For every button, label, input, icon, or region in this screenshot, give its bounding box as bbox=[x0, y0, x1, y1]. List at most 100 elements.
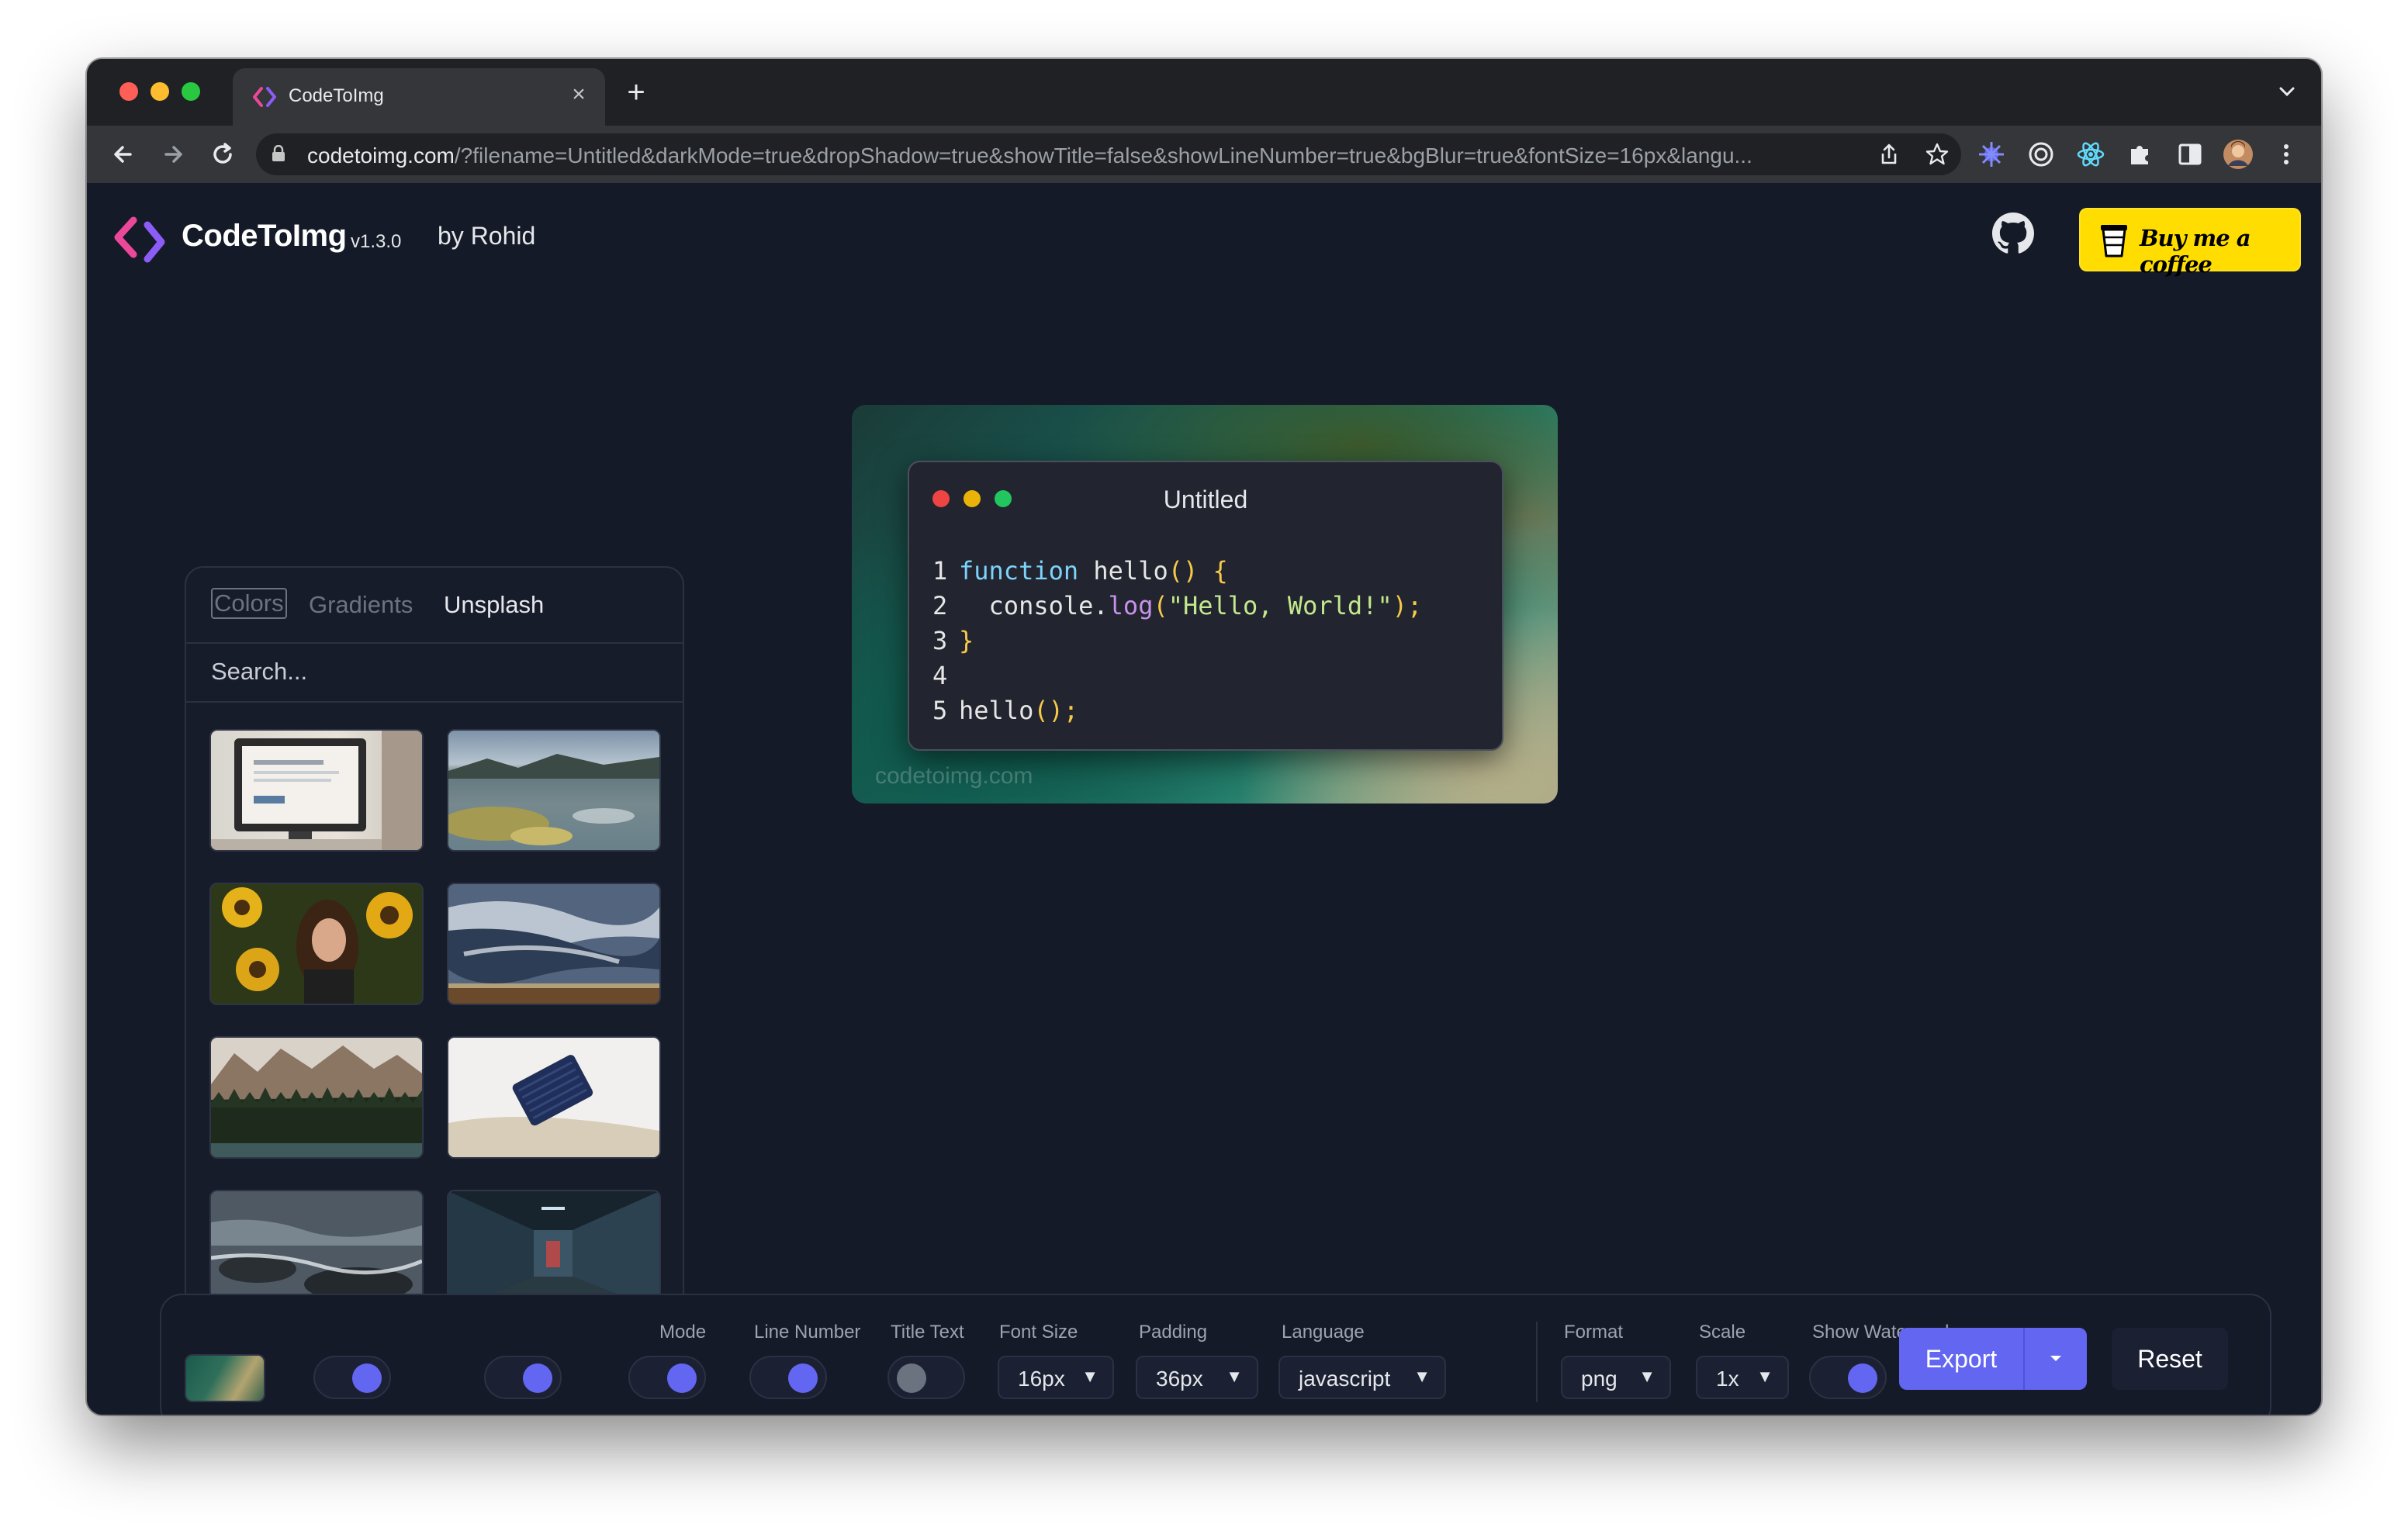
side-panel-icon[interactable] bbox=[2174, 138, 2206, 171]
padding-select[interactable]: 36px ▼ bbox=[1136, 1356, 1258, 1399]
font-size-value: 16px bbox=[1018, 1367, 1065, 1391]
thumbnail-sunflower-portrait[interactable] bbox=[209, 883, 424, 1005]
thumbnail-laptop-desk[interactable] bbox=[209, 729, 424, 852]
preview-watermark: codetoimg.com bbox=[875, 763, 1033, 789]
url-text[interactable]: codetoimg.com/?filename=Untitled&darkMod… bbox=[307, 143, 1867, 168]
export-dropdown-icon bbox=[2050, 1356, 2061, 1361]
line-number-knob bbox=[788, 1363, 818, 1393]
close-tab-icon[interactable]: × bbox=[565, 81, 593, 109]
thumbnail-blue-drive-sand[interactable] bbox=[447, 1036, 661, 1159]
padding-value: 36px bbox=[1156, 1367, 1203, 1391]
tab-unsplash[interactable]: Unsplash bbox=[444, 591, 544, 619]
toggle-1-knob bbox=[352, 1363, 382, 1393]
export-button[interactable]: Export bbox=[1899, 1328, 2023, 1390]
language-value: javascript bbox=[1299, 1367, 1391, 1391]
reset-button[interactable]: Reset bbox=[2112, 1328, 2228, 1390]
code-token: log bbox=[1108, 591, 1154, 620]
codetoimg-logo-icon[interactable] bbox=[110, 214, 169, 264]
scale-select[interactable]: 1x ▼ bbox=[1696, 1356, 1789, 1399]
browser-toolbar: codetoimg.com/?filename=Untitled&darkMod… bbox=[87, 126, 2321, 183]
forward-icon[interactable] bbox=[157, 138, 189, 171]
lock-icon[interactable] bbox=[272, 145, 285, 162]
laptop-desk-image bbox=[211, 731, 422, 850]
code-token: () bbox=[1168, 556, 1199, 586]
format-select[interactable]: png ▼ bbox=[1561, 1356, 1671, 1399]
extension-burst-icon[interactable] bbox=[1975, 138, 2008, 171]
sunflower-portrait-image bbox=[211, 884, 422, 1004]
app-version: v1.3.0 bbox=[351, 231, 402, 252]
thumbnail-mountain-forest[interactable] bbox=[209, 1036, 424, 1159]
code-window: Untitled 1 function hello() {2 console.lo… bbox=[908, 461, 1503, 751]
tab-search-chevron-icon[interactable] bbox=[2271, 76, 2302, 107]
coffee-cup-icon bbox=[2101, 225, 2127, 257]
line-number: 5 bbox=[932, 696, 948, 725]
bookmark-star-icon[interactable] bbox=[1924, 141, 1950, 168]
background-tabs: Colors Gradients Unsplash bbox=[186, 568, 683, 644]
settings-bar: Mode Line Number Title Text Font Size 16… bbox=[160, 1294, 2271, 1415]
browser-tab[interactable]: CodeToImg × bbox=[233, 68, 605, 126]
unsplash-search-input[interactable] bbox=[186, 642, 683, 703]
code-token: hello bbox=[959, 696, 1034, 725]
padding-label: Padding bbox=[1139, 1322, 1208, 1343]
code-line[interactable]: 1 function hello() { bbox=[932, 554, 1422, 589]
font-size-select[interactable]: 16px ▼ bbox=[998, 1356, 1114, 1399]
background-swatch[interactable] bbox=[185, 1354, 265, 1402]
react-devtools-icon[interactable] bbox=[2074, 138, 2107, 171]
code-token: (); bbox=[1033, 696, 1079, 725]
title-text-label: Title Text bbox=[891, 1322, 964, 1343]
line-number: 3 bbox=[932, 626, 948, 655]
browser-menu-icon[interactable] bbox=[2270, 138, 2302, 171]
tab-colors[interactable]: Colors bbox=[211, 588, 287, 619]
rocky-waves-image bbox=[211, 1191, 422, 1311]
author-byline[interactable]: by Rohid bbox=[438, 222, 535, 251]
buy-me-a-coffee-button[interactable]: Buy me a coffee bbox=[2079, 208, 2301, 278]
app-name[interactable]: CodeToImg bbox=[182, 219, 347, 254]
extension-target-icon[interactable] bbox=[2025, 138, 2057, 171]
export-options-button[interactable] bbox=[2023, 1328, 2087, 1390]
codetoimg-app: CodeToImg v1.3.0 by Rohid Buy me a coffe… bbox=[87, 183, 2321, 1415]
new-tab-icon[interactable]: + bbox=[618, 74, 655, 112]
tab-gradients[interactable]: Gradients bbox=[309, 591, 413, 619]
close-window-button[interactable] bbox=[119, 82, 138, 101]
code-token: "Hello, World!" bbox=[1168, 591, 1393, 620]
blue-drive-sand-image bbox=[448, 1038, 659, 1157]
font-size-caret-icon: ▼ bbox=[1081, 1367, 1098, 1386]
maximize-window-button[interactable] bbox=[182, 82, 200, 101]
back-icon[interactable] bbox=[107, 138, 140, 171]
reload-icon[interactable] bbox=[206, 138, 239, 171]
line-number: 2 bbox=[932, 591, 948, 620]
code-line[interactable]: 5 hello(); bbox=[932, 693, 1422, 728]
code-token: { bbox=[1198, 556, 1228, 586]
code-line[interactable]: 3} bbox=[932, 624, 1422, 658]
profile-avatar-icon[interactable] bbox=[2222, 138, 2254, 171]
toggle-2[interactable] bbox=[484, 1356, 562, 1399]
scale-caret-icon: ▼ bbox=[1756, 1367, 1773, 1386]
code-editor[interactable]: 1 function hello() {2 console.log("Hello,… bbox=[932, 554, 1422, 728]
dark-mode-knob bbox=[667, 1363, 697, 1393]
share-icon[interactable] bbox=[1876, 141, 1902, 168]
mountain-forest-image bbox=[211, 1038, 422, 1157]
thumbnail-rocky-coast[interactable] bbox=[447, 729, 661, 852]
extensions-puzzle-icon[interactable] bbox=[2124, 138, 2157, 171]
address-bar[interactable]: codetoimg.com/?filename=Untitled&darkMod… bbox=[256, 133, 1961, 175]
show-watermark-toggle[interactable] bbox=[1809, 1356, 1887, 1399]
code-line[interactable]: 4 bbox=[932, 658, 1422, 693]
padding-caret-icon: ▼ bbox=[1226, 1367, 1243, 1386]
title-text-toggle[interactable] bbox=[887, 1356, 965, 1399]
scale-value: 1x bbox=[1716, 1367, 1739, 1391]
thumbnail-storm-cloud[interactable] bbox=[447, 883, 661, 1005]
coffee-button-label: Buy me a coffee bbox=[2140, 225, 2251, 278]
toggle-1[interactable] bbox=[313, 1356, 391, 1399]
line-number: 1 bbox=[932, 556, 948, 586]
dark-corridor-image bbox=[448, 1191, 659, 1311]
dark-mode-toggle[interactable] bbox=[628, 1356, 706, 1399]
line-number-label: Line Number bbox=[754, 1322, 861, 1343]
code-line[interactable]: 2 console.log("Hello, World!"); bbox=[932, 589, 1422, 624]
code-window-title[interactable]: Untitled bbox=[909, 486, 1502, 514]
github-icon[interactable] bbox=[1992, 213, 2034, 254]
mode-label: Mode bbox=[659, 1322, 707, 1343]
language-select[interactable]: javascript ▼ bbox=[1278, 1356, 1446, 1399]
line-number-toggle[interactable] bbox=[749, 1356, 827, 1399]
line-number: 4 bbox=[932, 661, 948, 690]
minimize-window-button[interactable] bbox=[150, 82, 169, 101]
